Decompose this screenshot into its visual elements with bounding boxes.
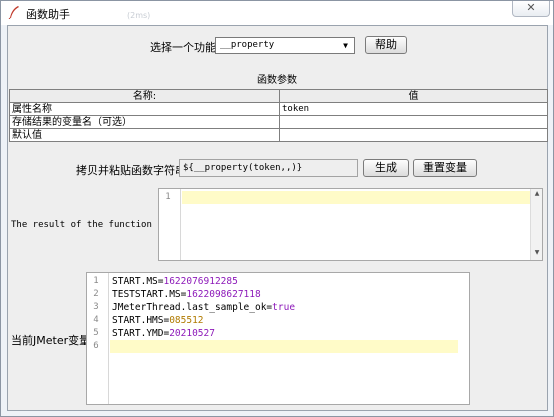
code-line[interactable]: START.HMS=085512 (110, 314, 204, 327)
current-line[interactable] (110, 340, 458, 353)
line-number: 4 (93, 315, 99, 325)
window-title: 函数助手 (26, 8, 70, 21)
function-result-label: The result of the function is (11, 220, 169, 230)
code-key: JMeterThread.last_sample_ok= (112, 302, 273, 313)
code-line[interactable]: START.YMD=20210527 (110, 327, 215, 340)
table-row[interactable]: 默认值 (9, 128, 548, 142)
chevron-down-icon[interactable]: ▼ (339, 39, 352, 52)
function-select-value: __property (220, 40, 275, 50)
param-name-cell[interactable]: 存储结果的变量名（可选） (9, 115, 280, 129)
code-key: START.HMS= (112, 315, 170, 326)
jmeter-variables-editor[interactable]: 1 2 3 4 5 6 START.MS=1622076912285 TESTS… (86, 272, 470, 405)
param-value-cell[interactable]: token (279, 102, 548, 116)
code-key: START.MS= (112, 276, 164, 287)
table-row[interactable]: 存储结果的变量名（可选） (9, 115, 548, 129)
function-helper-window: 函数助手 (2ms) ✕ 选择一个功能 __property ▼ 帮助 函数参数… (0, 0, 554, 417)
line-number: 1 (165, 192, 171, 202)
column-header-name: 名称: (9, 89, 280, 103)
current-line[interactable] (182, 191, 530, 204)
table-row[interactable]: 属性名称 token (9, 102, 548, 116)
line-number: 6 (93, 341, 99, 351)
line-number: 3 (93, 302, 99, 312)
code-value: 1622098627118 (186, 289, 261, 300)
code-value: 085512 (169, 315, 204, 326)
params-header-row: 名称: 值 (9, 89, 548, 103)
close-button[interactable]: ✕ (512, 1, 550, 17)
code-line[interactable]: TESTSTART.MS=1622098627118 (110, 288, 261, 301)
reset-variables-button[interactable]: 重置变量 (413, 159, 477, 177)
choose-function-label: 选择一个功能 (150, 41, 216, 54)
line-number-gutter: 1 2 3 4 5 6 (87, 273, 109, 404)
dialog-client-area: 选择一个功能 __property ▼ 帮助 函数参数 名称: 值 属性名称 t… (7, 25, 548, 411)
feather-pen-icon (8, 6, 19, 19)
vertical-scrollbar[interactable]: ▲ ▼ (530, 189, 542, 260)
column-header-value: 值 (279, 89, 548, 103)
code-value: 1622076912285 (163, 276, 238, 287)
function-select[interactable]: __property ▼ (215, 37, 355, 54)
param-name-cell[interactable]: 属性名称 (9, 102, 280, 116)
copy-function-string-label: 拷贝并粘贴函数字符串 (76, 164, 186, 177)
line-number: 5 (93, 328, 99, 338)
params-table: 名称: 值 属性名称 token 存储结果的变量名（可选） 默认值 (9, 89, 548, 142)
background-faint-text: (2ms) (127, 11, 151, 20)
jmeter-variables-label: 当前JMeter变量 (11, 334, 91, 347)
result-editor[interactable]: 1 ▲ ▼ (158, 188, 543, 261)
scroll-up-icon[interactable]: ▲ (532, 190, 542, 200)
generate-button[interactable]: 生成 (363, 159, 409, 177)
code-line[interactable]: START.MS=1622076912285 (110, 275, 238, 288)
code-key: START.YMD= (112, 328, 170, 339)
scroll-down-icon[interactable]: ▼ (532, 249, 542, 259)
code-key: TESTSTART.MS= (112, 289, 187, 300)
function-string-field[interactable]: ${__property(token,,)} (179, 159, 358, 177)
code-value: true (272, 302, 296, 313)
line-number: 1 (93, 276, 99, 286)
title-bar: 函数助手 (2ms) ✕ (1, 1, 553, 25)
help-button[interactable]: 帮助 (365, 36, 407, 54)
code-value: 20210527 (169, 328, 215, 339)
code-line[interactable]: JMeterThread.last_sample_ok=true (110, 301, 295, 314)
param-value-cell[interactable] (279, 115, 548, 129)
param-name-cell[interactable]: 默认值 (9, 128, 280, 142)
line-number: 2 (93, 289, 99, 299)
param-value-cell[interactable] (279, 128, 548, 142)
line-number-gutter: 1 (159, 189, 181, 260)
params-section-title: 函数参数 (257, 75, 297, 86)
